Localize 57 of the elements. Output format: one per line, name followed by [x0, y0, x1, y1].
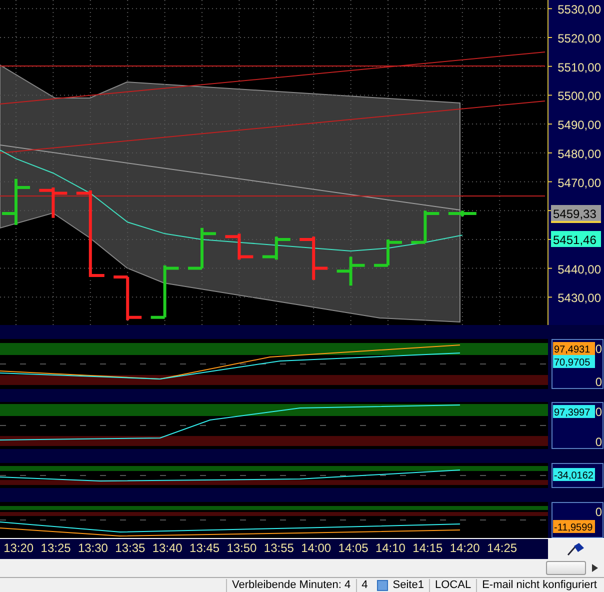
- indicator-axis-label: 0: [595, 342, 602, 356]
- indicator-axis-label: 0: [595, 375, 602, 390]
- indicator-axis-label: 0: [595, 405, 602, 420]
- price-bar: [372, 238, 404, 267]
- time-axis-label: 13:20: [2, 540, 35, 558]
- indicator-axis-label: 0: [595, 435, 602, 450]
- time-axis-label: 14:15: [412, 540, 444, 558]
- price-axis-label: 5490,00: [558, 118, 601, 132]
- price-bar: [224, 232, 255, 262]
- price-axis-label: 5470,00: [558, 176, 601, 190]
- price-axis-label: 5510,00: [558, 60, 601, 74]
- time-axis-label: 13:45: [188, 540, 221, 558]
- scrollbar-thumb[interactable]: [546, 561, 586, 576]
- time-axis-label: 14:00: [300, 540, 332, 558]
- price-value-label: 5451,46: [551, 231, 601, 247]
- price-bar: [112, 275, 144, 322]
- indicator-value-label: 97,3997: [553, 405, 595, 419]
- price-value-label: 5459,33: [551, 205, 601, 221]
- price-bar: [410, 209, 441, 244]
- price-axis-label: 5440,00: [558, 262, 601, 276]
- time-axis-label: 14:10: [374, 540, 406, 558]
- price-axis-label: 5430,00: [558, 291, 601, 306]
- price-axis-label: 5500,00: [558, 89, 601, 104]
- time-axis-label: 13:30: [76, 540, 109, 558]
- indicator-axis-label: 0: [595, 505, 602, 520]
- page-name-text: Seite1: [392, 578, 425, 592]
- price-marker: [551, 221, 601, 223]
- price-bar: [186, 226, 218, 270]
- price-bar: [0, 177, 32, 227]
- time-axis-label: 14:25: [486, 540, 518, 558]
- price-bar: [38, 186, 69, 220]
- right-arrow-icon[interactable]: [592, 564, 598, 572]
- price-bar: [260, 235, 292, 262]
- price-bar: [335, 255, 366, 288]
- page-icon: [376, 580, 388, 590]
- price-axis-label: 5530,00: [558, 2, 601, 17]
- email-status-text: E-mail nicht konfiguriert: [476, 578, 602, 592]
- indicator-value-label: 97,4931: [553, 342, 595, 356]
- indicator-value-label: 70,9705: [553, 355, 595, 369]
- time-axis-label: 13:50: [226, 540, 258, 558]
- time-axis-label: 13:55: [262, 540, 295, 558]
- indicator-value-label: -34,0162: [553, 468, 595, 482]
- price-axis-label: 5520,00: [558, 32, 601, 46]
- flag-icon[interactable]: [567, 542, 585, 556]
- price-bar: [298, 235, 330, 282]
- mode-text: LOCAL: [428, 578, 476, 592]
- price-axis-label: 5480,00: [558, 146, 601, 161]
- time-axis-label: 14:05: [337, 540, 370, 558]
- time-axis-label: 14:20: [448, 540, 481, 558]
- time-axis-label: 13:25: [40, 540, 72, 558]
- price-bar: [446, 209, 478, 218]
- indicator-value-label: -11,9599: [553, 520, 595, 534]
- time-axis-label: 13:40: [151, 540, 184, 558]
- price-bar: [149, 264, 180, 319]
- count-text: 4: [356, 578, 373, 592]
- remaining-minutes-text: Verbleibende Minuten: 4: [226, 578, 356, 592]
- time-axis-label: 13:35: [114, 540, 146, 558]
